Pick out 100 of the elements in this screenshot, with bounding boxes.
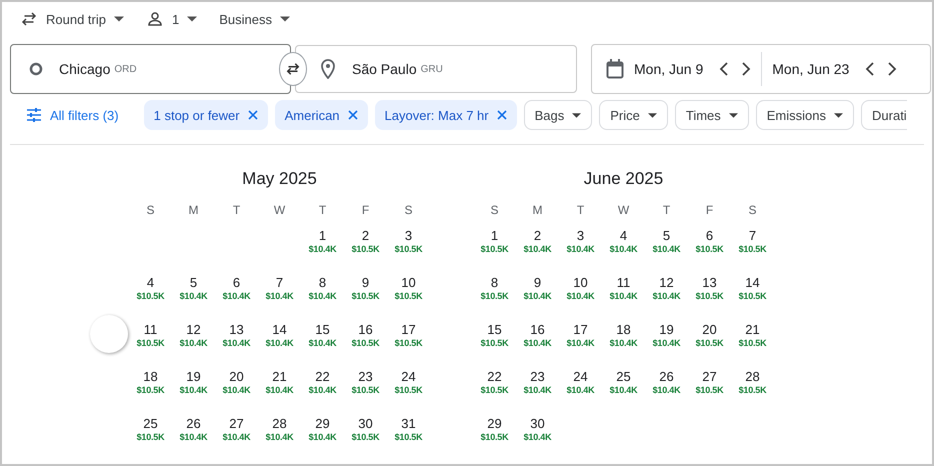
calendar-day[interactable]: 16 [530, 322, 545, 337]
calendar-day[interactable]: 29 [315, 416, 330, 431]
calendar-day[interactable]: 13 [702, 275, 717, 290]
calendar-day[interactable]: 2 [534, 228, 542, 243]
calendar-day[interactable]: 3 [404, 228, 412, 243]
calendar-day[interactable]: 15 [487, 322, 502, 337]
calendar-day[interactable]: 3 [576, 228, 584, 243]
calendar-day[interactable]: 11 [616, 275, 630, 290]
filter-dropdown[interactable]: Times [674, 100, 749, 130]
calendar-day[interactable]: 18 [143, 369, 158, 384]
calendar-day[interactable]: 21 [272, 369, 287, 384]
calendar-day[interactable]: 13 [229, 322, 244, 337]
filter-chip[interactable]: 1 stop or fewer [144, 100, 268, 130]
departure-date[interactable]: Mon, Jun 9 [634, 61, 704, 77]
calendar-day[interactable]: 21 [745, 322, 760, 337]
calendar-day[interactable]: 20 [702, 322, 717, 337]
close-icon[interactable] [248, 110, 258, 120]
day-price: $10.5K [480, 432, 508, 442]
calendar-day[interactable]: 4 [146, 275, 154, 290]
calendar-day[interactable]: 12 [659, 275, 674, 290]
calendar-day[interactable]: 24 [573, 369, 588, 384]
calendar-day[interactable]: 22 [315, 369, 330, 384]
calendar-day[interactable]: 26 [186, 416, 201, 431]
calendar-day[interactable]: 19 [659, 322, 674, 337]
close-icon[interactable] [496, 110, 507, 120]
calendar-day[interactable]: 6 [706, 228, 714, 243]
day-price: $10.4K [566, 338, 594, 348]
calendar-day[interactable]: 14 [272, 322, 287, 337]
passengers-dropdown[interactable]: 1 [142, 10, 202, 28]
day-price: $10.4K [652, 291, 680, 301]
trip-type-dropdown[interactable]: Round trip [16, 10, 128, 28]
calendar-day[interactable]: 17 [401, 322, 416, 337]
day-price: $10.5K [394, 244, 422, 254]
origin-field[interactable]: Chicago ORD [10, 44, 291, 94]
calendar-day[interactable]: 28 [745, 369, 760, 384]
calendar-day[interactable]: 16 [358, 322, 373, 337]
swap-button[interactable] [279, 52, 307, 86]
return-date[interactable]: Mon, Jun 23 [772, 61, 850, 77]
calendar-day[interactable]: 5 [190, 275, 198, 290]
filter-dropdown[interactable]: Emissions [756, 100, 854, 130]
calendar-day[interactable]: 31 [401, 416, 416, 431]
calendar-day[interactable]: 20 [229, 369, 244, 384]
calendar-day[interactable]: 18 [616, 322, 631, 337]
day-price: $10.4K [524, 338, 552, 348]
chevron-right-icon[interactable] [741, 62, 752, 76]
calendar-day[interactable]: 8 [490, 275, 498, 290]
calendar-day[interactable]: 26 [659, 369, 674, 384]
calendar-day[interactable]: 15 [315, 322, 330, 337]
filter-chip[interactable]: Layover: Max 7 hr [374, 100, 517, 130]
calendar-day[interactable]: 24 [401, 369, 416, 384]
destination-field[interactable]: São Paulo GRU [295, 45, 577, 93]
calendar-day[interactable]: 9 [362, 275, 370, 290]
circle-icon [29, 62, 43, 76]
day-price: $10.5K [696, 338, 724, 348]
calendar-day[interactable]: 7 [276, 275, 284, 290]
calendar-day[interactable]: 5 [662, 228, 670, 243]
calendar-day[interactable]: 27 [229, 416, 244, 431]
calendar-day[interactable]: 29 [487, 416, 502, 431]
calendar-day[interactable]: 4 [620, 228, 628, 243]
calendar-day[interactable]: 28 [272, 416, 287, 431]
filter-dropdown[interactable]: Durati [861, 100, 907, 130]
calendar-day[interactable]: 1 [318, 228, 326, 243]
calendar-day[interactable]: 22 [487, 369, 502, 384]
calendar-day[interactable]: 14 [745, 275, 760, 290]
calendar-day[interactable]: 17 [573, 322, 588, 337]
filter-dropdown[interactable]: Bags [524, 100, 592, 130]
calendar-day[interactable]: 23 [358, 369, 373, 384]
caret-icon [834, 112, 844, 118]
calendar-day[interactable]: 1 [490, 228, 498, 243]
calendar-day[interactable]: 8 [318, 275, 326, 290]
chevron-left-icon[interactable] [719, 62, 730, 76]
close-icon[interactable] [348, 110, 358, 120]
day-price: $10.4K [610, 338, 638, 348]
calendar-day[interactable]: 30 [530, 416, 545, 431]
calendar-day[interactable]: 10 [401, 275, 416, 290]
calendar-day[interactable]: 25 [143, 416, 158, 431]
calendar-day[interactable]: 27 [702, 369, 717, 384]
calendar-day[interactable]: 12 [186, 322, 201, 337]
day-price: $10.4K [524, 291, 552, 301]
day-price: $10.4K [308, 432, 336, 442]
calendar-day[interactable]: 23 [530, 369, 545, 384]
filter-chip[interactable]: American [274, 100, 368, 130]
filter-dropdown[interactable]: Price [599, 100, 668, 130]
calendar-day[interactable]: 2 [362, 228, 370, 243]
calendar-day[interactable]: 10 [573, 275, 588, 290]
cabin-class-dropdown[interactable]: Business [215, 12, 294, 26]
day-price: $10.5K [136, 291, 164, 301]
chevron-right-icon[interactable] [887, 62, 898, 76]
calendar-day[interactable]: 25 [616, 369, 631, 384]
calendar-day[interactable]: 7 [748, 228, 756, 243]
calendar-day[interactable]: 6 [232, 275, 240, 290]
all-filters-button[interactable]: All filters (3) [16, 100, 129, 130]
day-price: $10.4K [180, 291, 208, 301]
calendar-day[interactable]: 11 [144, 322, 158, 337]
weekday-label: F [360, 203, 370, 219]
calendar-day[interactable]: 30 [358, 416, 373, 431]
calendar-day[interactable]: 9 [534, 275, 542, 290]
day-price: $10.5K [480, 244, 508, 254]
chevron-left-icon[interactable] [865, 62, 876, 76]
calendar-day[interactable]: 19 [186, 369, 201, 384]
